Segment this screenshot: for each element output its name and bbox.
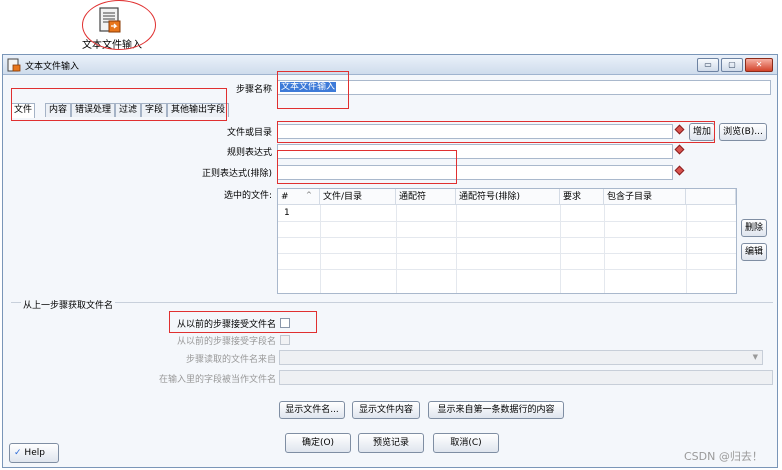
grid-line	[278, 253, 736, 254]
selected-files-label: 选中的文件:	[223, 191, 272, 201]
read-from-step-label: 步骤读取的文件名来自	[185, 355, 276, 365]
grid-line	[396, 205, 397, 293]
desktop-icon-label: 文本文件输入	[82, 40, 142, 51]
grid-line	[320, 205, 321, 293]
variable-icon	[674, 124, 685, 135]
show-filenames-button[interactable]: 显示文件名...	[279, 401, 345, 419]
variable-icon	[674, 144, 685, 155]
grid-line	[278, 269, 736, 270]
regex-input[interactable]	[277, 144, 673, 159]
step-name-label: 步骤名称	[235, 85, 272, 95]
help-icon: ✓	[14, 448, 22, 458]
grid-line	[560, 205, 561, 293]
accept-fields-label: 从以前的步骤接受字段名	[176, 337, 276, 347]
text-file-input-dialog: 文本文件输入 ▭ ▢ ✕ 步骤名称 文本文件输入 文件 内容 错误处理 过滤 字…	[2, 54, 778, 468]
file-or-dir-label: 文件或目录	[226, 128, 272, 138]
regex-label: 规则表达式	[226, 148, 272, 158]
title-bar[interactable]: 文本文件输入 ▭ ▢ ✕	[3, 55, 777, 75]
tab-fields[interactable]: 字段	[141, 103, 167, 117]
grid-line	[456, 205, 457, 293]
watermark: CSDN @归去！	[684, 450, 763, 463]
column-header-empty	[686, 189, 736, 205]
window-icon	[7, 58, 21, 72]
maximize-button[interactable]: ▢	[721, 58, 743, 72]
grid-line	[278, 221, 736, 222]
step-name-value: 文本文件输入	[280, 82, 337, 92]
regex-exclude-input[interactable]	[277, 165, 673, 180]
window-title: 文本文件输入	[25, 62, 80, 72]
column-header-index[interactable]: #	[278, 189, 320, 205]
ok-button[interactable]: 确定(O)	[285, 433, 351, 453]
help-label: Help	[24, 448, 45, 458]
delete-button[interactable]: 删除	[741, 219, 767, 237]
row-index: 1	[284, 208, 290, 218]
read-from-step-select[interactable]: ▼	[279, 350, 763, 365]
field-as-filename-input[interactable]	[279, 370, 773, 385]
column-header-wildcard[interactable]: 通配符	[396, 189, 456, 205]
accept-fields-checkbox[interactable]	[280, 335, 290, 345]
add-button[interactable]: 增加	[689, 123, 715, 141]
text-file-input-icon[interactable]	[97, 6, 123, 34]
column-header-required[interactable]: 要求	[560, 189, 604, 205]
edit-button[interactable]: 编辑	[741, 243, 767, 261]
regex-exclude-label: 正则表达式(排除)	[201, 169, 272, 179]
show-file-content-button[interactable]: 显示文件内容	[352, 401, 420, 419]
chevron-down-icon: ▼	[752, 353, 758, 361]
selected-files-table[interactable]: # 文件/目录 通配符 通配符号(排除) 要求 包含子目录 ^ 1	[277, 188, 737, 294]
column-header-file-dir[interactable]: 文件/目录	[320, 189, 396, 205]
file-or-dir-input[interactable]	[277, 124, 673, 139]
preview-button[interactable]: 预览记录	[358, 433, 424, 453]
tab-content[interactable]: 内容	[45, 103, 71, 117]
grid-line	[278, 237, 736, 238]
cancel-button[interactable]: 取消(C)	[433, 433, 499, 453]
tab-file[interactable]: 文件	[11, 103, 35, 118]
minimize-button[interactable]: ▭	[697, 58, 719, 72]
grid-line	[686, 205, 687, 293]
accept-filenames-label: 从以前的步骤接受文件名	[176, 320, 276, 330]
variable-icon	[674, 165, 685, 176]
show-first-row-button[interactable]: 显示来自第一条数据行的内容	[428, 401, 564, 419]
field-as-filename-label: 在输入里的字段被当作文件名	[158, 375, 276, 385]
sort-arrow-icon: ^	[306, 191, 312, 199]
step-name-input[interactable]: 文本文件输入	[277, 80, 771, 95]
tab-filter[interactable]: 过滤	[115, 103, 141, 117]
tab-error-handling[interactable]: 错误处理	[71, 103, 115, 117]
column-header-include-subdirs[interactable]: 包含子目录	[604, 189, 686, 205]
help-button[interactable]: ✓ Help	[9, 443, 59, 463]
grid-line	[604, 205, 605, 293]
browse-button[interactable]: 浏览(B)...	[719, 123, 767, 141]
close-button[interactable]: ✕	[745, 58, 773, 72]
tab-bar: 文件 内容 错误处理 过滤 字段 其他输出字段	[11, 103, 241, 119]
accept-filenames-checkbox[interactable]	[280, 318, 290, 328]
tab-other-output-fields[interactable]: 其他输出字段	[167, 103, 229, 117]
column-header-wildcard-exclude[interactable]: 通配符号(排除)	[456, 189, 560, 205]
prev-step-section-title: 从上一步骤获取文件名	[21, 298, 116, 311]
